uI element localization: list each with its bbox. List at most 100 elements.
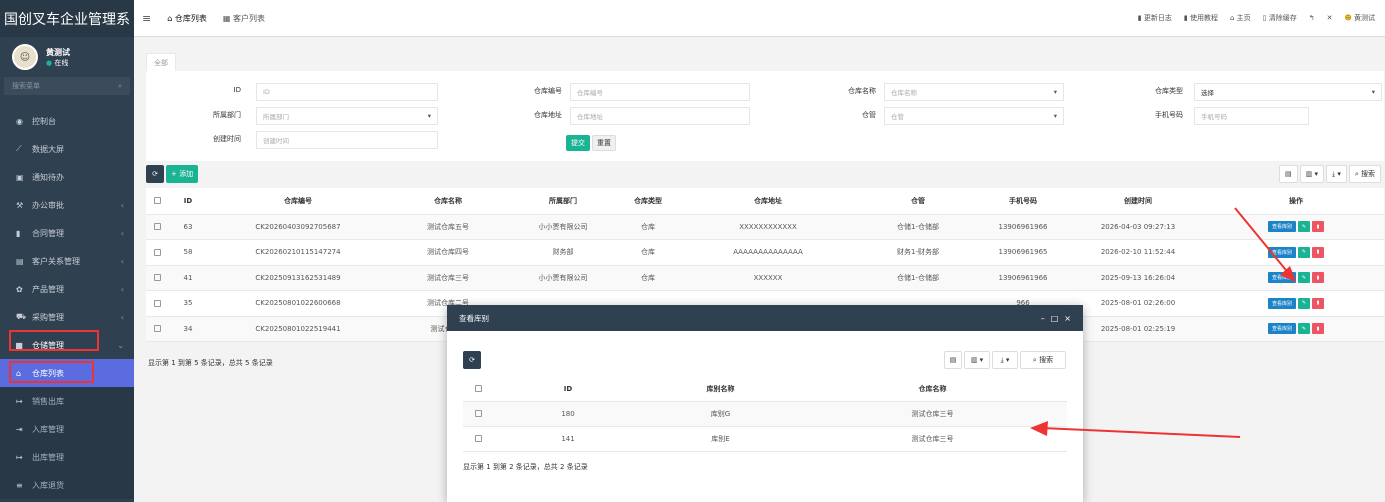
delete-icon[interactable]: ▮ — [1312, 221, 1324, 233]
view-locations-button[interactable]: 查看库别 — [1268, 221, 1296, 233]
modal-col-id[interactable]: ID — [493, 377, 643, 402]
table-row[interactable]: 63 CK20260403092705687 测试仓库五号 小小贾有限公司 仓库 XXXX… — [146, 214, 1384, 240]
modal-col-warehouse-name[interactable]: 仓库名称 — [798, 377, 1067, 402]
toggle-view-icon[interactable]: ▤ — [1279, 165, 1298, 183]
sidebar-item-products[interactable]: ✿ 产品管理 ‹ — [0, 275, 134, 303]
table-row[interactable]: 141 库别E 测试仓库三号 — [463, 426, 1067, 452]
sidebar-search-input[interactable]: 搜索菜单 ⌕ — [4, 77, 130, 95]
sidebar-item-notifications[interactable]: ▣ 通知待办 — [0, 163, 134, 191]
tab-warehouse-list[interactable]: ⌂ 仓库列表 — [159, 0, 215, 37]
delete-icon[interactable]: ▮ — [1312, 272, 1324, 284]
table-row[interactable]: 41 CK20250913162531489 测试仓库三号 小小贾有限公司 仓库 XXXX… — [146, 265, 1384, 291]
modal-col-location-name[interactable]: 库别名称 — [643, 377, 798, 402]
lock-screen-icon[interactable]: ↰ — [1309, 14, 1315, 22]
submit-button[interactable]: 提交 — [566, 135, 590, 151]
col-phone[interactable]: 手机号码 — [978, 188, 1068, 215]
tutorial-link[interactable]: ▮ 使用教程 — [1184, 13, 1218, 23]
id-input[interactable]: ID — [256, 83, 438, 101]
delete-icon[interactable]: ▮ — [1312, 297, 1324, 309]
row-checkbox[interactable] — [146, 265, 168, 291]
close-icon[interactable]: × — [1064, 314, 1071, 323]
sidebar-item-inbound[interactable]: ⇥ 入库管理 — [0, 415, 134, 443]
row-checkbox[interactable] — [146, 316, 168, 342]
reset-button[interactable]: 重置 — [592, 135, 616, 151]
addr-input[interactable]: 仓库地址 — [570, 107, 750, 125]
view-locations-button[interactable]: 查看库别 — [1268, 297, 1296, 309]
sidebar-item-label: 控制台 — [32, 116, 56, 126]
name-select[interactable]: 仓库名称 ▾ — [884, 83, 1064, 101]
edit-icon[interactable]: ✎ — [1298, 272, 1310, 284]
modal-search-button[interactable]: ⌕ 搜索 — [1020, 351, 1066, 369]
edit-icon[interactable]: ✎ — [1298, 221, 1310, 233]
edit-icon[interactable]: ✎ — [1298, 246, 1310, 258]
modal-refresh-button[interactable]: ⟳ — [463, 351, 481, 369]
col-type[interactable]: 仓库类型 — [618, 188, 678, 215]
table-row[interactable]: 180 库别G 测试仓库三号 — [463, 401, 1067, 427]
row-checkbox[interactable] — [146, 290, 168, 317]
mgr-select[interactable]: 仓管 ▾ — [884, 107, 1064, 125]
table-toolbar: ⟳ + 添加 — [146, 165, 199, 183]
sidebar-item-purchasing[interactable]: ⛟ 采购管理 ‹ — [0, 303, 134, 331]
row-checkbox[interactable] — [463, 426, 493, 452]
col-mgr[interactable]: 仓管 — [858, 188, 978, 215]
modal-toggle-view-icon[interactable]: ▤ — [944, 351, 962, 369]
view-locations-button[interactable]: 查看库别 — [1268, 272, 1296, 284]
tab-customer-list[interactable]: ▦ 客户列表 — [215, 0, 273, 37]
row-checkbox[interactable] — [146, 239, 168, 266]
changelog-link[interactable]: ▮ 更新日志 — [1138, 13, 1172, 23]
home-link[interactable]: ⌂ 主页 — [1230, 13, 1251, 23]
sidebar-item-warehouse[interactable]: ▆ 仓储管理 ⌄ — [0, 331, 134, 359]
sidebar-item-inbound-return[interactable]: ≡ 入库退货 — [0, 471, 134, 499]
col-id[interactable]: ID — [168, 188, 208, 215]
sidebar-item-crm[interactable]: ▤ 客户关系管理 ‹ — [0, 247, 134, 275]
select-all-checkbox[interactable] — [146, 188, 168, 215]
modal-select-all-checkbox[interactable] — [463, 377, 493, 402]
time-input[interactable]: 创建时间 — [256, 131, 438, 149]
calendar-icon: ▣ — [16, 172, 24, 182]
chevron-left-icon: ‹ — [120, 312, 124, 322]
col-name[interactable]: 仓库名称 — [388, 188, 508, 215]
phone-input[interactable]: 手机号码 — [1194, 107, 1309, 125]
row-checkbox[interactable] — [146, 214, 168, 240]
tab-all[interactable]: 全部 — [146, 53, 176, 71]
code-input[interactable]: 仓库编号 — [570, 83, 750, 101]
minimize-icon[interactable]: – — [1041, 314, 1045, 323]
edit-icon[interactable]: ✎ — [1298, 323, 1310, 335]
user-panel[interactable]: ☺ 黄测试 ● 在线 — [0, 37, 134, 77]
col-dept[interactable]: 所属部门 — [508, 188, 618, 215]
maximize-icon[interactable]: □ — [1051, 314, 1059, 323]
delete-icon[interactable]: ▮ — [1312, 323, 1324, 335]
cell-addr: AAAAAAAAAAAAAA — [678, 239, 858, 266]
row-checkbox[interactable] — [463, 401, 493, 427]
col-addr[interactable]: 仓库地址 — [678, 188, 858, 215]
sidebar-item-warehouse-list[interactable]: ⌂ 仓库列表 — [0, 359, 134, 387]
add-button[interactable]: + 添加 — [166, 165, 199, 183]
user-menu[interactable]: ☻ 黄测试 — [1344, 13, 1375, 23]
search-toggle-button[interactable]: ⌕ 搜索 — [1348, 165, 1381, 183]
delete-icon[interactable]: ▮ — [1312, 246, 1324, 258]
type-select[interactable]: 选择 ▾ — [1194, 83, 1382, 101]
modal-export-icon[interactable]: ⤓ ▾ — [992, 351, 1018, 369]
menu-toggle-button[interactable]: ≡ — [134, 0, 159, 37]
col-code[interactable]: 仓库编号 — [208, 188, 388, 215]
table-row[interactable]: 58 CK20260210115147274 测试仓库四号 财务部 仓库 AAAAAAAA… — [146, 239, 1384, 266]
sidebar-item-dashboard[interactable]: ◉ 控制台 — [0, 107, 134, 135]
columns-icon[interactable]: ▥ ▾ — [1299, 165, 1324, 183]
export-icon[interactable]: ⤓ ▾ — [1326, 165, 1347, 183]
sidebar-item-data-screen[interactable]: ⟋ 数据大屏 — [0, 135, 134, 163]
sidebar-item-outbound[interactable]: ↦ 出库管理 — [0, 443, 134, 471]
view-locations-button[interactable]: 查看库别 — [1268, 323, 1296, 335]
avatar[interactable]: ☺ — [12, 44, 38, 70]
cell-addr: XXXXXX — [678, 265, 858, 291]
sidebar-item-office-approval[interactable]: ⚒ 办公审批 ‹ — [0, 191, 134, 219]
modal-columns-icon[interactable]: ▥ ▾ — [964, 351, 990, 369]
fullscreen-icon[interactable]: ✕ — [1327, 14, 1333, 22]
col-time[interactable]: 创建时间 — [1068, 188, 1208, 215]
sidebar-item-contracts[interactable]: ▮ 合同管理 ‹ — [0, 219, 134, 247]
sidebar-item-sales-outbound[interactable]: ↦ 销售出库 — [0, 387, 134, 415]
view-locations-button[interactable]: 查看库别 — [1268, 246, 1296, 258]
dept-select[interactable]: 所属部门 ▾ — [256, 107, 438, 125]
refresh-button[interactable]: ⟳ — [146, 165, 164, 183]
edit-icon[interactable]: ✎ — [1298, 297, 1310, 309]
clear-cache-link[interactable]: ▯ 清除缓存 — [1263, 13, 1297, 23]
